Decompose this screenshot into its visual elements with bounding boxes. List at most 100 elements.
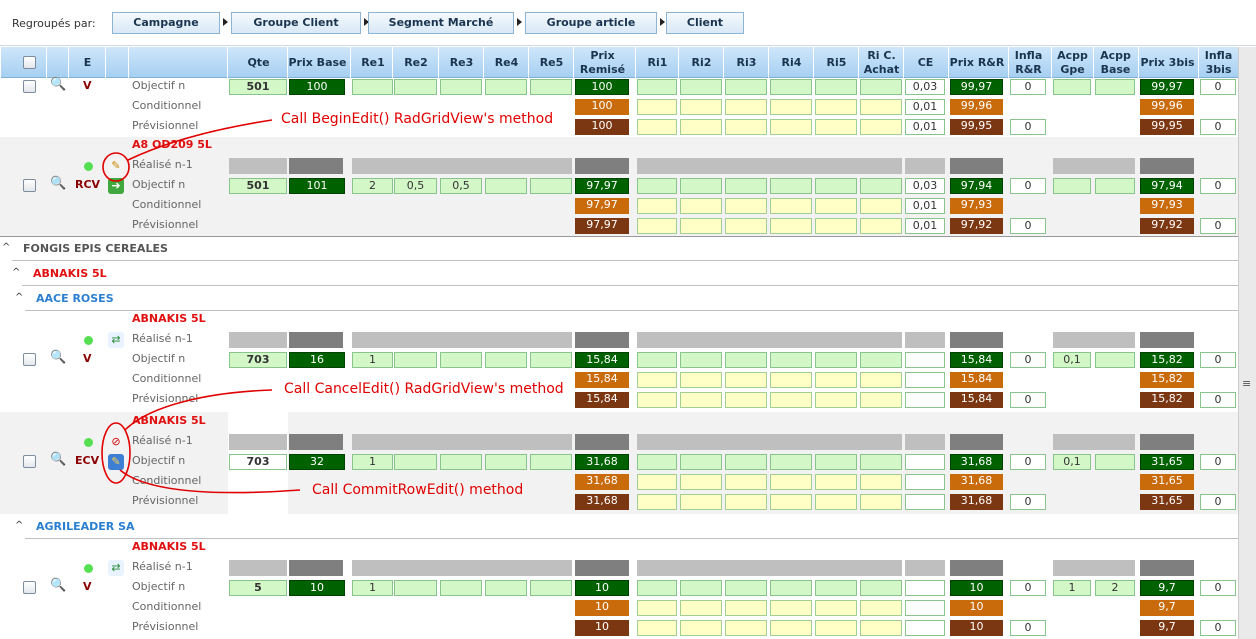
conditionnel-input-rica[interactable] — [860, 99, 902, 115]
qte-input[interactable]: 703 — [229, 454, 287, 470]
previsionnel-ce[interactable] — [905, 620, 945, 636]
refresh-icon[interactable]: ⇄ — [108, 560, 124, 576]
remise-input-re2[interactable] — [394, 79, 437, 95]
acpp-base-input[interactable] — [1095, 454, 1135, 470]
infla-3bis-input[interactable]: 0 — [1200, 178, 1236, 194]
column-header-i3[interactable]: Infla 3bis — [1198, 47, 1238, 78]
conditionnel-ce[interactable] — [905, 372, 945, 388]
column-header-ri1[interactable]: Ri1 — [635, 47, 679, 78]
ristourne-input-ri3[interactable] — [725, 454, 767, 470]
acpp-base-input[interactable] — [1095, 178, 1135, 194]
infla-3bis-input[interactable]: 0 — [1200, 352, 1236, 368]
remise-input-re2[interactable]: 0,5 — [394, 178, 437, 194]
ce-value[interactable]: 0,03 — [905, 79, 945, 95]
conditionnel-input-rica[interactable] — [860, 372, 902, 388]
remise-input-re2[interactable] — [394, 454, 437, 470]
infla-rr-input[interactable]: 0 — [1010, 352, 1046, 368]
infla-rr-input[interactable]: 0 — [1010, 580, 1046, 596]
remise-input-re4[interactable] — [485, 352, 527, 368]
row-checkbox[interactable] — [23, 353, 36, 366]
ristourne-input-ri1[interactable] — [637, 580, 677, 596]
previsionnel-input-ri4[interactable] — [770, 620, 812, 636]
ristourne-input-ri4[interactable] — [770, 79, 812, 95]
remise-input-re4[interactable] — [485, 454, 527, 470]
scroll-grip-icon[interactable]: ≡ — [1242, 377, 1253, 390]
column-header-ab[interactable]: Acpp Base — [1093, 47, 1137, 78]
ristourne-input-ri3[interactable] — [725, 178, 767, 194]
conditionnel-input-rica[interactable] — [860, 474, 902, 490]
ristourne-input-ri1[interactable] — [637, 79, 677, 95]
acpp-gpe-input[interactable]: 0,1 — [1053, 352, 1091, 368]
previsionnel-infla-rr[interactable]: 0 — [1010, 392, 1046, 408]
ristourne-input-ri4[interactable] — [770, 580, 812, 596]
ristourne-input-ri5[interactable] — [815, 454, 857, 470]
previsionnel-input-ri1[interactable] — [637, 218, 677, 234]
qte-input[interactable]: 703 — [229, 352, 287, 368]
remise-input-re5[interactable] — [530, 580, 572, 596]
column-header-rr[interactable]: Prix R&R — [948, 47, 1005, 78]
previsionnel-input-ri5[interactable] — [815, 494, 857, 510]
ristourne-input-ri5[interactable] — [815, 178, 857, 194]
remise-input-re5[interactable] — [530, 178, 572, 194]
remise-input-re4[interactable] — [485, 178, 527, 194]
previsionnel-infla-rr[interactable]: 0 — [1010, 119, 1046, 135]
remise-input-re2[interactable] — [394, 352, 437, 368]
previsionnel-input-rica[interactable] — [860, 119, 902, 135]
refresh-icon[interactable]: ⇄ — [108, 332, 124, 348]
acpp-base-input[interactable]: 2 — [1095, 580, 1135, 596]
previsionnel-ce[interactable] — [905, 392, 945, 408]
conditionnel-input-ri3[interactable] — [725, 600, 767, 616]
conditionnel-input-ri5[interactable] — [815, 198, 857, 214]
infla-3bis-input[interactable]: 0 — [1200, 79, 1236, 95]
collapse-group-icon[interactable]: ^ — [2, 242, 10, 253]
qte-input[interactable]: 501 — [229, 79, 287, 95]
ristourne-input-ri1[interactable] — [637, 454, 677, 470]
previsionnel-infla-rr[interactable]: 0 — [1010, 494, 1046, 510]
conditionnel-ce[interactable]: 0,01 — [905, 99, 945, 115]
column-header-ir[interactable]: Infla R&R — [1008, 47, 1048, 78]
infla-3bis-input[interactable]: 0 — [1200, 454, 1236, 470]
ristourne-input-ri2[interactable] — [680, 178, 722, 194]
column-header-ri4[interactable]: Ri4 — [768, 47, 814, 78]
vertical-scrollbar[interactable]: ≡ — [1238, 47, 1256, 639]
previsionnel-ce[interactable]: 0,01 — [905, 218, 945, 234]
group-chip-segment-marche[interactable]: Segment Marché — [368, 12, 514, 34]
ristourne-input-ri5[interactable] — [815, 352, 857, 368]
group-header[interactable]: FONGIS EPIS CEREALES — [23, 242, 168, 255]
ristourne-input-ri5[interactable] — [815, 580, 857, 596]
previsionnel-input-ri2[interactable] — [680, 218, 722, 234]
acpp-base-input[interactable] — [1095, 352, 1135, 368]
acpp-gpe-input[interactable]: 0,1 — [1053, 454, 1091, 470]
previsionnel-input-ri3[interactable] — [725, 494, 767, 510]
remise-input-re1[interactable]: 1 — [352, 580, 393, 596]
ce-value[interactable]: 0,03 — [905, 178, 945, 194]
conditionnel-input-ri5[interactable] — [815, 372, 857, 388]
ristourne-input-ri1[interactable] — [637, 352, 677, 368]
conditionnel-input-ri4[interactable] — [770, 372, 812, 388]
column-header-qte[interactable]: Qte — [227, 47, 289, 78]
acpp-gpe-input[interactable]: 1 — [1053, 580, 1091, 596]
ce-value[interactable] — [905, 352, 945, 368]
previsionnel-infla-rr[interactable]: 0 — [1010, 218, 1046, 234]
previsionnel-input-ri3[interactable] — [725, 119, 767, 135]
column-header-ag[interactable]: Acpp Gpe — [1051, 47, 1093, 78]
previsionnel-infla-3bis[interactable]: 0 — [1200, 620, 1236, 636]
previsionnel-input-ri4[interactable] — [770, 119, 812, 135]
conditionnel-input-ri4[interactable] — [770, 474, 812, 490]
remise-input-re1[interactable]: 1 — [352, 454, 393, 470]
ristourne-input-ri2[interactable] — [680, 580, 722, 596]
column-header-E[interactable]: E — [68, 47, 106, 78]
column-header-rica[interactable]: Ri C. Achat — [858, 47, 904, 78]
collapse-group-icon[interactable]: ^ — [15, 520, 23, 531]
ristourne-input-rica[interactable] — [860, 352, 902, 368]
conditionnel-input-ri2[interactable] — [680, 198, 722, 214]
previsionnel-input-ri3[interactable] — [725, 620, 767, 636]
ristourne-input-rica[interactable] — [860, 454, 902, 470]
ristourne-input-rica[interactable] — [860, 580, 902, 596]
previsionnel-input-ri2[interactable] — [680, 494, 722, 510]
row-checkbox[interactable] — [23, 80, 36, 93]
previsionnel-input-ri1[interactable] — [637, 494, 677, 510]
ristourne-input-ri3[interactable] — [725, 580, 767, 596]
previsionnel-input-rica[interactable] — [860, 620, 902, 636]
conditionnel-input-rica[interactable] — [860, 198, 902, 214]
